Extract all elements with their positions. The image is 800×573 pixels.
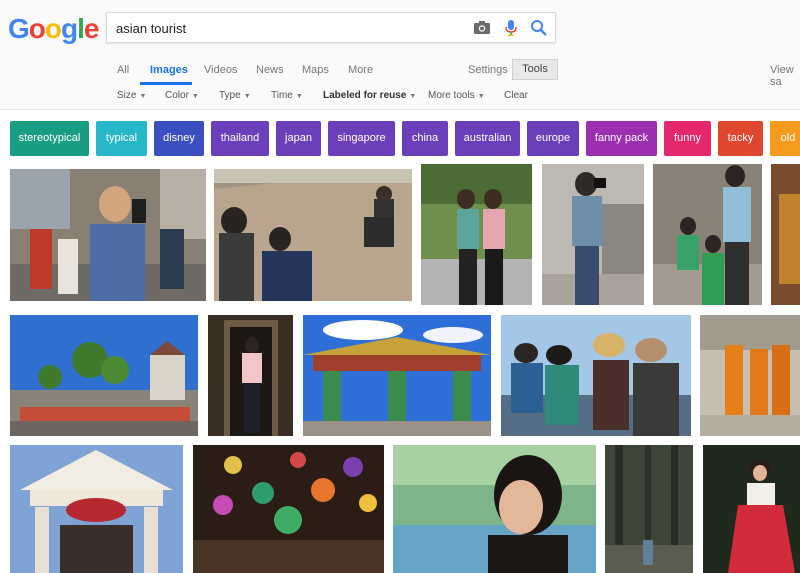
image-result[interactable] <box>208 315 293 436</box>
photo-thumbnail <box>653 164 762 305</box>
photo-thumbnail <box>10 445 183 573</box>
photo-thumbnail <box>10 315 198 436</box>
image-result[interactable] <box>10 445 183 573</box>
photo-thumbnail <box>208 315 293 436</box>
photo-thumbnail <box>421 164 532 305</box>
photo-thumbnail <box>542 164 644 305</box>
photo-thumbnail <box>393 445 596 573</box>
photo-thumbnail <box>193 445 384 573</box>
photo-thumbnail <box>605 445 693 573</box>
image-result[interactable] <box>771 164 800 305</box>
image-result[interactable] <box>605 445 693 573</box>
image-result[interactable] <box>653 164 762 305</box>
image-results-grid <box>0 0 800 573</box>
photo-thumbnail <box>703 445 800 573</box>
image-result[interactable] <box>703 445 800 573</box>
image-result[interactable] <box>393 445 596 573</box>
photo-thumbnail <box>501 315 691 436</box>
image-result[interactable] <box>501 315 691 436</box>
image-result[interactable] <box>542 164 644 305</box>
image-result[interactable] <box>421 164 532 305</box>
image-result[interactable] <box>10 315 198 436</box>
photo-thumbnail <box>10 169 206 301</box>
image-result[interactable] <box>303 315 491 436</box>
photo-thumbnail <box>214 169 412 301</box>
image-result[interactable] <box>193 445 384 573</box>
photo-thumbnail <box>771 164 800 305</box>
photo-thumbnail <box>303 315 491 436</box>
image-result[interactable] <box>10 169 206 301</box>
image-result[interactable] <box>700 315 800 436</box>
image-result[interactable] <box>214 169 412 301</box>
photo-thumbnail <box>700 315 800 436</box>
